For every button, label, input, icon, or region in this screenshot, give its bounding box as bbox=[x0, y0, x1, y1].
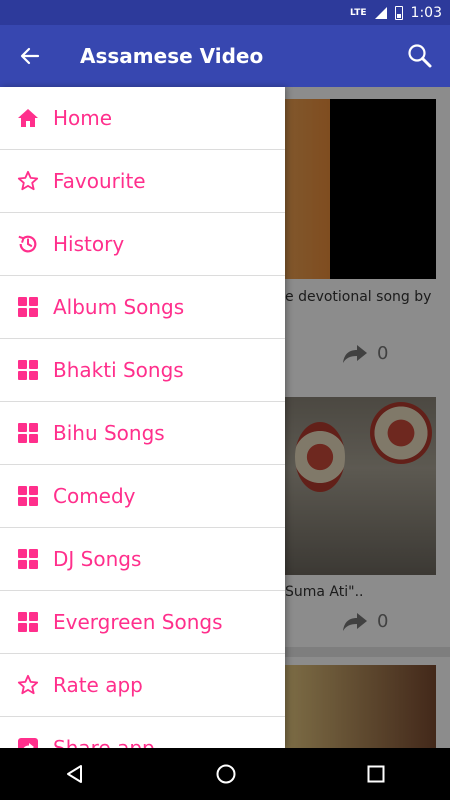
drawer-item-label: History bbox=[53, 232, 125, 256]
grid-icon bbox=[17, 422, 39, 444]
drawer-item-share-app[interactable]: Share app bbox=[0, 717, 285, 748]
navigation-drawer: Home Favourite History Album Songs Bhakt… bbox=[0, 87, 285, 748]
page-title: Assamese Video bbox=[80, 44, 264, 68]
search-icon bbox=[408, 44, 432, 68]
drawer-item-album-songs[interactable]: Album Songs bbox=[0, 276, 285, 339]
drawer-item-label: Favourite bbox=[53, 169, 146, 193]
drawer-item-history[interactable]: History bbox=[0, 213, 285, 276]
battery-icon bbox=[394, 5, 403, 20]
grid-icon bbox=[17, 485, 39, 507]
network-indicator: LTE bbox=[350, 7, 367, 18]
drawer-item-label: Comedy bbox=[53, 484, 136, 508]
nav-back-icon[interactable] bbox=[65, 764, 85, 784]
drawer-item-label: Evergreen Songs bbox=[53, 610, 223, 634]
status-time: 1:03 bbox=[410, 4, 442, 21]
app-bar: Assamese Video bbox=[0, 25, 450, 87]
drawer-item-label: Rate app bbox=[53, 673, 143, 697]
star-outline-icon bbox=[17, 674, 39, 696]
search-button[interactable] bbox=[390, 25, 450, 87]
status-bar: LTE 1:03 bbox=[0, 0, 450, 25]
drawer-item-dj-songs[interactable]: DJ Songs bbox=[0, 528, 285, 591]
drawer-item-label: Bihu Songs bbox=[53, 421, 165, 445]
home-icon bbox=[17, 107, 39, 129]
drawer-item-bihu-songs[interactable]: Bihu Songs bbox=[0, 402, 285, 465]
grid-icon bbox=[17, 611, 39, 633]
star-outline-icon bbox=[17, 170, 39, 192]
drawer-item-label: Album Songs bbox=[53, 295, 185, 319]
grid-icon bbox=[17, 296, 39, 318]
drawer-item-label: Share app bbox=[53, 736, 155, 748]
drawer-item-comedy[interactable]: Comedy bbox=[0, 465, 285, 528]
drawer-item-favourite[interactable]: Favourite bbox=[0, 150, 285, 213]
drawer-item-rate-app[interactable]: Rate app bbox=[0, 654, 285, 717]
share-icon bbox=[17, 737, 39, 748]
nav-recents-icon[interactable] bbox=[367, 765, 385, 783]
drawer-item-bhakti-songs[interactable]: Bhakti Songs bbox=[0, 339, 285, 402]
drawer-item-label: DJ Songs bbox=[53, 547, 142, 571]
arrow-back-icon bbox=[20, 47, 40, 65]
drawer-item-label: Home bbox=[53, 106, 113, 130]
drawer-item-evergreen-songs[interactable]: Evergreen Songs bbox=[0, 591, 285, 654]
history-icon bbox=[17, 233, 39, 255]
signal-icon bbox=[374, 6, 387, 19]
drawer-item-home[interactable]: Home bbox=[0, 87, 285, 150]
system-navigation-bar bbox=[0, 748, 450, 800]
drawer-item-label: Bhakti Songs bbox=[53, 358, 184, 382]
grid-icon bbox=[17, 548, 39, 570]
grid-icon bbox=[17, 359, 39, 381]
nav-home-icon[interactable] bbox=[215, 763, 237, 785]
back-button[interactable] bbox=[0, 25, 60, 87]
